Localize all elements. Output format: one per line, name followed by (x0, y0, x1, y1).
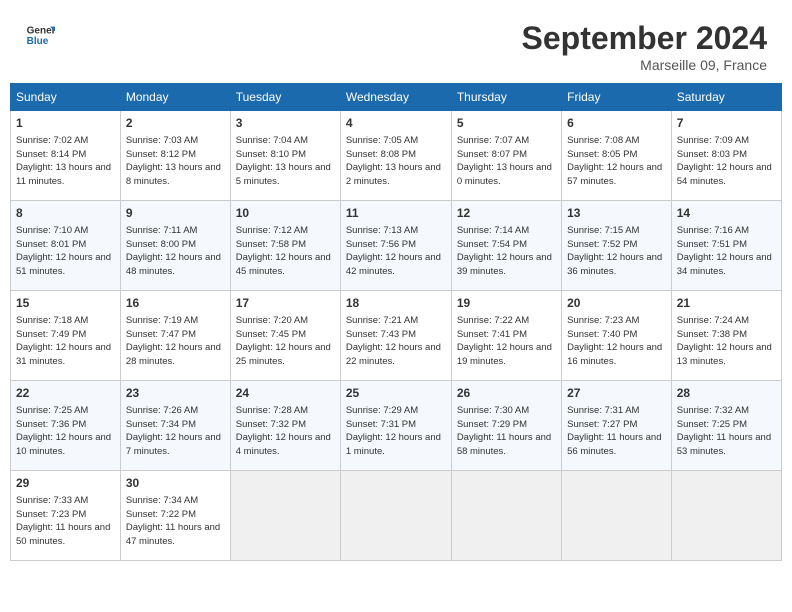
table-row: 9 Sunrise: 7:11 AMSunset: 8:00 PMDayligh… (120, 201, 230, 291)
table-row (451, 471, 561, 561)
calendar-table: Sunday Monday Tuesday Wednesday Thursday… (10, 83, 782, 561)
table-row: 15 Sunrise: 7:18 AMSunset: 7:49 PMDaylig… (11, 291, 121, 381)
table-row: 12 Sunrise: 7:14 AMSunset: 7:54 PMDaylig… (451, 201, 561, 291)
calendar-week-row: 8 Sunrise: 7:10 AMSunset: 8:01 PMDayligh… (11, 201, 782, 291)
table-row: 4 Sunrise: 7:05 AMSunset: 8:08 PMDayligh… (340, 111, 451, 201)
title-section: September 2024 Marseille 09, France (522, 20, 767, 73)
table-row: 29 Sunrise: 7:33 AMSunset: 7:23 PMDaylig… (11, 471, 121, 561)
table-row: 19 Sunrise: 7:22 AMSunset: 7:41 PMDaylig… (451, 291, 561, 381)
table-row: 24 Sunrise: 7:28 AMSunset: 7:32 PMDaylig… (230, 381, 340, 471)
table-row: 26 Sunrise: 7:30 AMSunset: 7:29 PMDaylig… (451, 381, 561, 471)
col-thursday: Thursday (451, 84, 561, 111)
table-row: 28 Sunrise: 7:32 AMSunset: 7:25 PMDaylig… (671, 381, 781, 471)
table-row: 1 Sunrise: 7:02 AMSunset: 8:14 PMDayligh… (11, 111, 121, 201)
table-row: 18 Sunrise: 7:21 AMSunset: 7:43 PMDaylig… (340, 291, 451, 381)
table-row: 21 Sunrise: 7:24 AMSunset: 7:38 PMDaylig… (671, 291, 781, 381)
location: Marseille 09, France (522, 57, 767, 73)
table-row: 13 Sunrise: 7:15 AMSunset: 7:52 PMDaylig… (562, 201, 672, 291)
table-row (671, 471, 781, 561)
svg-text:Blue: Blue (27, 36, 49, 47)
table-row: 11 Sunrise: 7:13 AMSunset: 7:56 PMDaylig… (340, 201, 451, 291)
table-row: 7 Sunrise: 7:09 AMSunset: 8:03 PMDayligh… (671, 111, 781, 201)
logo-icon: General Blue (25, 20, 55, 50)
page-header: General Blue September 2024 Marseille 09… (10, 10, 782, 78)
table-row: 23 Sunrise: 7:26 AMSunset: 7:34 PMDaylig… (120, 381, 230, 471)
table-row: 20 Sunrise: 7:23 AMSunset: 7:40 PMDaylig… (562, 291, 672, 381)
table-row: 16 Sunrise: 7:19 AMSunset: 7:47 PMDaylig… (120, 291, 230, 381)
table-row: 5 Sunrise: 7:07 AMSunset: 8:07 PMDayligh… (451, 111, 561, 201)
table-row: 10 Sunrise: 7:12 AMSunset: 7:58 PMDaylig… (230, 201, 340, 291)
table-row: 14 Sunrise: 7:16 AMSunset: 7:51 PMDaylig… (671, 201, 781, 291)
calendar-week-row: 15 Sunrise: 7:18 AMSunset: 7:49 PMDaylig… (11, 291, 782, 381)
calendar-week-row: 1 Sunrise: 7:02 AMSunset: 8:14 PMDayligh… (11, 111, 782, 201)
table-row: 3 Sunrise: 7:04 AMSunset: 8:10 PMDayligh… (230, 111, 340, 201)
col-saturday: Saturday (671, 84, 781, 111)
col-tuesday: Tuesday (230, 84, 340, 111)
table-row: 17 Sunrise: 7:20 AMSunset: 7:45 PMDaylig… (230, 291, 340, 381)
table-row (340, 471, 451, 561)
table-row: 2 Sunrise: 7:03 AMSunset: 8:12 PMDayligh… (120, 111, 230, 201)
logo: General Blue (25, 20, 55, 50)
table-row: 8 Sunrise: 7:10 AMSunset: 8:01 PMDayligh… (11, 201, 121, 291)
calendar-week-row: 29 Sunrise: 7:33 AMSunset: 7:23 PMDaylig… (11, 471, 782, 561)
table-row: 25 Sunrise: 7:29 AMSunset: 7:31 PMDaylig… (340, 381, 451, 471)
col-monday: Monday (120, 84, 230, 111)
col-wednesday: Wednesday (340, 84, 451, 111)
table-row: 30 Sunrise: 7:34 AMSunset: 7:22 PMDaylig… (120, 471, 230, 561)
calendar-header-row: Sunday Monday Tuesday Wednesday Thursday… (11, 84, 782, 111)
table-row: 6 Sunrise: 7:08 AMSunset: 8:05 PMDayligh… (562, 111, 672, 201)
col-friday: Friday (562, 84, 672, 111)
calendar-week-row: 22 Sunrise: 7:25 AMSunset: 7:36 PMDaylig… (11, 381, 782, 471)
table-row: 22 Sunrise: 7:25 AMSunset: 7:36 PMDaylig… (11, 381, 121, 471)
col-sunday: Sunday (11, 84, 121, 111)
table-row (230, 471, 340, 561)
table-row: 27 Sunrise: 7:31 AMSunset: 7:27 PMDaylig… (562, 381, 672, 471)
table-row (562, 471, 672, 561)
month-title: September 2024 (522, 20, 767, 57)
